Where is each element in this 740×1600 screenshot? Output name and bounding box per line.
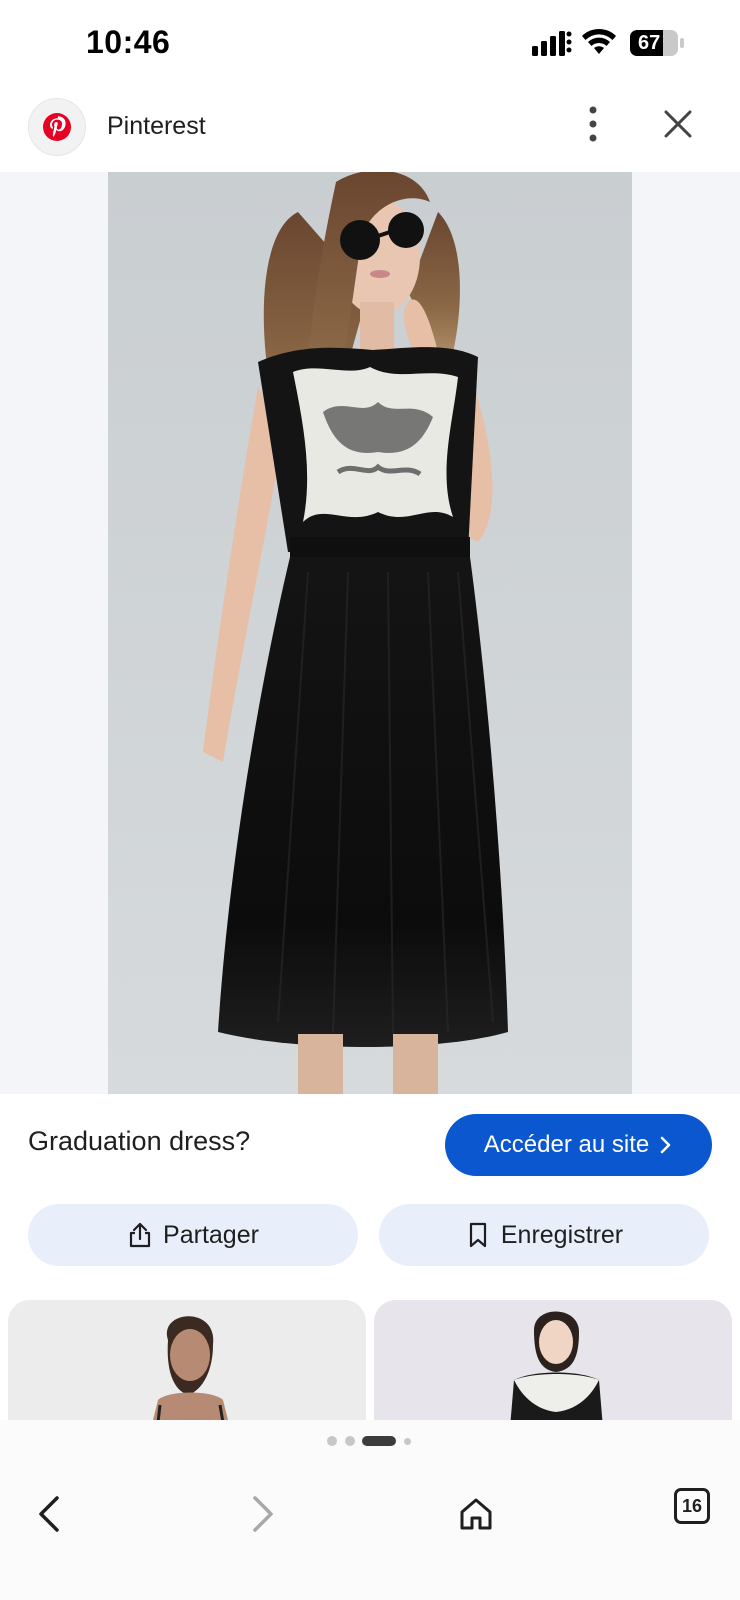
page-dot-active	[362, 1436, 396, 1446]
home-icon	[460, 1498, 492, 1530]
visit-site-label: Accéder au site	[483, 1131, 650, 1158]
main-photo	[108, 172, 632, 1094]
related-card[interactable]	[8, 1300, 366, 1420]
related-card[interactable]	[374, 1300, 732, 1420]
bookmark-icon	[469, 1222, 486, 1248]
bottom-navigation: 16	[0, 1462, 740, 1600]
forward-arrow-icon	[253, 1496, 273, 1532]
visit-site-button[interactable]: Accéder au site	[445, 1114, 712, 1176]
source-header: Pinterest	[0, 88, 740, 172]
back-button[interactable]	[20, 1484, 80, 1544]
chevron-right-icon	[660, 1136, 671, 1154]
close-icon[interactable]	[660, 106, 696, 142]
status-time: 10:46	[86, 24, 171, 60]
share-button[interactable]: Partager	[28, 1204, 358, 1266]
pinterest-icon	[43, 113, 71, 141]
more-vertical-icon[interactable]	[576, 102, 610, 146]
save-button[interactable]: Enregistrer	[379, 1204, 709, 1266]
related-photo	[8, 1300, 366, 1420]
status-bar: 10:46 67	[0, 0, 740, 88]
pin-title: Graduation dress?	[28, 1126, 251, 1156]
home-button[interactable]	[446, 1484, 506, 1544]
related-results	[0, 1300, 740, 1420]
battery-level: 67	[638, 32, 661, 54]
pinterest-logo[interactable]	[28, 98, 86, 156]
signal-icon	[532, 31, 572, 56]
tabs-button[interactable]: 16	[674, 1488, 710, 1524]
related-photo	[374, 1300, 732, 1420]
page-dot	[404, 1438, 411, 1445]
source-name[interactable]: Pinterest	[107, 112, 206, 141]
image-viewer[interactable]	[0, 172, 740, 1094]
share-icon	[129, 1222, 151, 1248]
forward-button[interactable]	[232, 1484, 292, 1544]
page-indicator	[0, 1420, 740, 1462]
back-arrow-icon	[39, 1496, 59, 1532]
page-dot	[327, 1436, 337, 1446]
page-dot	[345, 1436, 355, 1446]
wifi-icon	[582, 28, 616, 54]
save-label: Enregistrer	[500, 1220, 624, 1249]
share-label: Partager	[163, 1220, 259, 1249]
